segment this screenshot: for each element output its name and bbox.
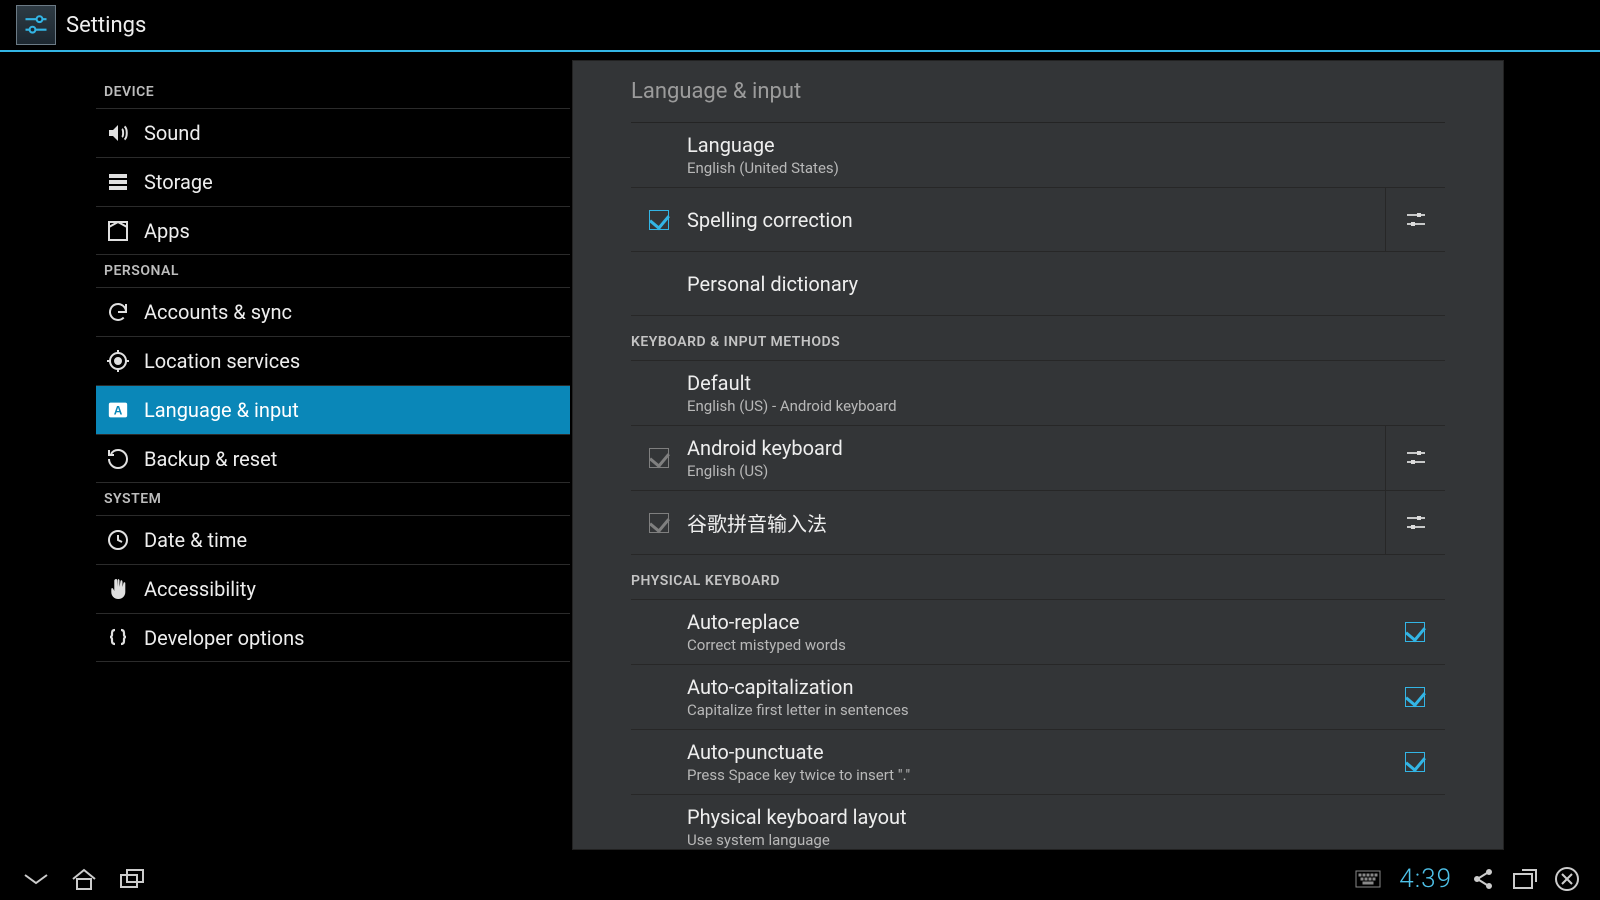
sidebar-item-label: Apps (144, 219, 190, 243)
pref-physical-keyboard-layout[interactable]: Physical keyboard layout Use system lang… (631, 795, 1445, 849)
close-button[interactable] (1552, 864, 1582, 894)
pref-summary: Capitalize first letter in sentences (687, 701, 1385, 719)
sidebar-item-label: Sound (144, 121, 201, 145)
share-button[interactable] (1468, 864, 1498, 894)
pref-summary: English (US) (687, 462, 1385, 480)
recent-apps-button[interactable] (108, 863, 156, 895)
restore-icon (104, 445, 132, 473)
pref-auto-punctuate[interactable]: Auto-punctuate Press Space key twice to … (631, 730, 1445, 795)
pref-summary: Press Space key twice to insert "." (687, 766, 1385, 784)
checkbox-icon[interactable] (1405, 622, 1425, 642)
system-bar: 4:39 (0, 858, 1600, 900)
sidebar-item-label: Language & input (144, 398, 299, 422)
storage-icon (104, 168, 132, 196)
sidebar-item-label: Storage (144, 170, 213, 194)
keyboard-a-icon: A (104, 396, 132, 424)
checkbox-icon[interactable] (1405, 752, 1425, 772)
fullscreen-button[interactable] (1510, 864, 1540, 894)
checkbox-icon[interactable] (649, 448, 669, 468)
sidebar-item-label: Accounts & sync (144, 300, 292, 324)
sidebar-item-developer-options[interactable]: Developer options (96, 613, 570, 662)
pref-android-keyboard[interactable]: Android keyboard English (US) (631, 426, 1445, 491)
checkbox-icon[interactable] (649, 210, 669, 230)
panel-title: Language & input (631, 61, 1445, 123)
sidebar-item-language-input[interactable]: A Language & input (96, 385, 570, 434)
sidebar-item-label: Developer options (144, 626, 304, 650)
pref-title: Personal dictionary (687, 272, 1445, 296)
braces-icon (104, 624, 132, 652)
sidebar-item-label: Location services (144, 349, 300, 373)
category-header-system: SYSTEM (96, 483, 570, 515)
sidebar-item-apps[interactable]: Apps (96, 206, 570, 255)
section-header-physical-keyboard: PHYSICAL KEYBOARD (631, 555, 1445, 600)
speaker-icon (104, 119, 132, 147)
settings-app-icon (16, 5, 56, 45)
sidebar-item-location-services[interactable]: Location services (96, 336, 570, 385)
category-header-personal: PERSONAL (96, 255, 570, 287)
category-header-device: DEVICE (96, 76, 570, 108)
recent-apps-icon (117, 867, 147, 891)
sidebar-item-date-time[interactable]: Date & time (96, 515, 570, 564)
svg-text:A: A (114, 404, 123, 418)
pref-auto-replace[interactable]: Auto-replace Correct mistyped words (631, 600, 1445, 665)
sliders-icon (1404, 208, 1428, 232)
settings-sidebar: DEVICE Sound Storage Apps PERSON (0, 52, 570, 858)
pref-language[interactable]: Language English (United States) (631, 123, 1445, 188)
close-icon (1554, 866, 1580, 892)
apps-icon (104, 217, 132, 245)
clock-icon (104, 526, 132, 554)
sidebar-item-accessibility[interactable]: Accessibility (96, 564, 570, 613)
pref-title: Auto-punctuate (687, 740, 1385, 764)
pref-summary: English (US) - Android keyboard (687, 397, 1445, 415)
location-icon (104, 347, 132, 375)
pref-title: Android keyboard (687, 436, 1385, 460)
ime-indicator-icon (1353, 864, 1383, 894)
pref-title: Auto-replace (687, 610, 1385, 634)
settings-button[interactable] (1385, 426, 1445, 490)
pref-title: Spelling correction (687, 208, 1385, 232)
sliders-icon (1404, 511, 1428, 535)
pref-title: Physical keyboard layout (687, 805, 1445, 829)
pref-default-ime[interactable]: Default English (US) - Android keyboard (631, 361, 1445, 426)
pref-title: Default (687, 371, 1445, 395)
settings-button[interactable] (1385, 491, 1445, 554)
pref-summary: English (United States) (687, 159, 1445, 177)
action-bar: Settings (0, 0, 1600, 52)
fullscreen-icon (1512, 868, 1538, 890)
pref-google-pinyin[interactable]: 谷歌拼音输入法 (631, 491, 1445, 555)
sidebar-item-accounts-sync[interactable]: Accounts & sync (96, 287, 570, 336)
home-icon (69, 866, 99, 892)
home-button[interactable] (60, 863, 108, 895)
pref-summary: Use system language (687, 831, 1445, 849)
sync-icon (104, 298, 132, 326)
action-bar-title: Settings (66, 13, 146, 38)
sliders-icon (1404, 446, 1428, 470)
settings-button[interactable] (1385, 188, 1445, 251)
detail-panel: Language & input Language English (Unite… (572, 60, 1504, 850)
pref-auto-capitalization[interactable]: Auto-capitalization Capitalize first let… (631, 665, 1445, 730)
pref-personal-dictionary[interactable]: Personal dictionary (631, 252, 1445, 316)
checkbox-icon[interactable] (649, 513, 669, 533)
back-button[interactable] (12, 863, 60, 895)
status-clock[interactable]: 4:39 (1399, 864, 1452, 894)
pref-title: Auto-capitalization (687, 675, 1385, 699)
checkbox-icon[interactable] (1405, 687, 1425, 707)
hand-icon (104, 575, 132, 603)
back-icon (21, 869, 51, 889)
sidebar-item-label: Date & time (144, 528, 247, 552)
sidebar-item-storage[interactable]: Storage (96, 157, 570, 206)
sidebar-item-backup-reset[interactable]: Backup & reset (96, 434, 570, 483)
pref-title: Language (687, 133, 1445, 157)
pref-summary: Correct mistyped words (687, 636, 1385, 654)
sidebar-item-label: Accessibility (144, 577, 256, 601)
sidebar-item-sound[interactable]: Sound (96, 108, 570, 157)
sidebar-item-label: Backup & reset (144, 447, 277, 471)
pref-title: 谷歌拼音输入法 (687, 508, 1385, 537)
share-icon (1471, 867, 1495, 891)
section-header-keyboard-input-methods: KEYBOARD & INPUT METHODS (631, 316, 1445, 361)
pref-spelling-correction[interactable]: Spelling correction (631, 188, 1445, 252)
